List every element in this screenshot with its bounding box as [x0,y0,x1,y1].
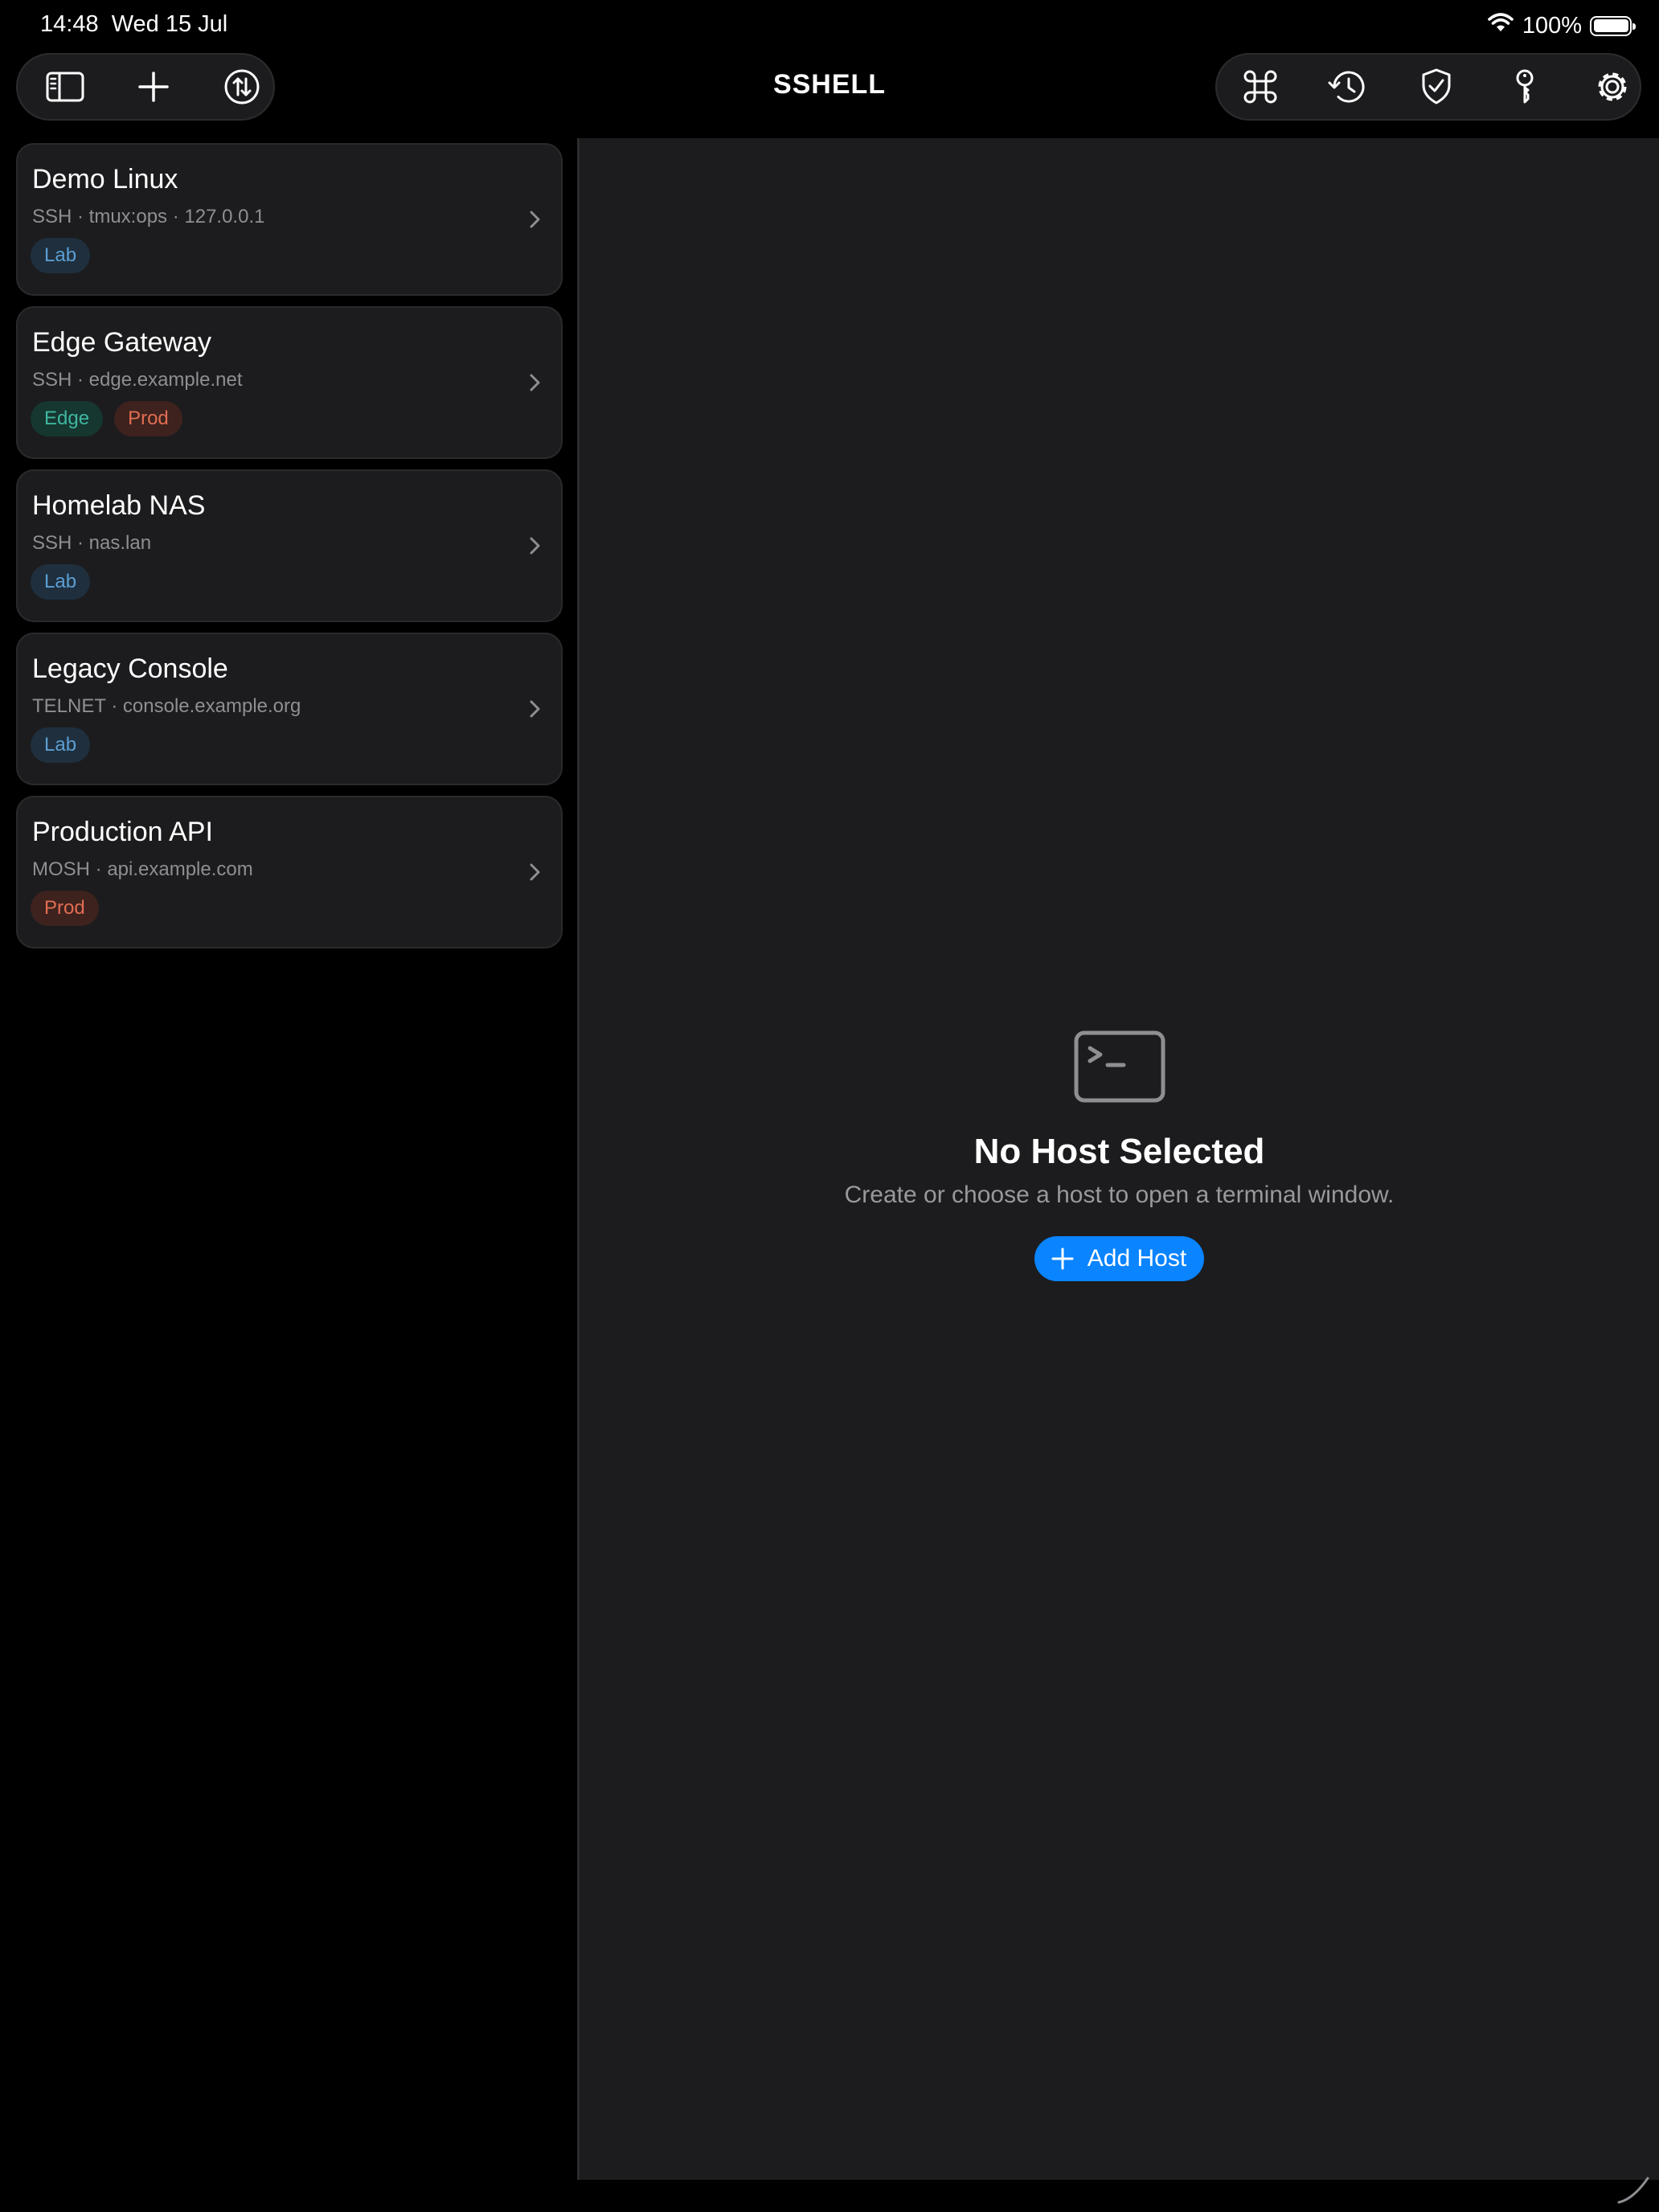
status-indicators: 100% [1487,11,1636,40]
host-details: TELNET · console.example.org [32,695,301,717]
host-name: Edge Gateway [32,327,212,358]
terminal-icon [1074,1030,1165,1103]
toolbar-right-group [1215,53,1641,121]
keys-button[interactable] [1497,59,1552,115]
tag-lab: Lab [31,727,91,763]
empty-state-description: Create or choose a host to open a termin… [844,1182,1395,1208]
tag-lab: Lab [31,238,91,273]
host-row-edge-gateway[interactable]: Edge Gateway SSH · edge.example.net Edge… [16,306,563,459]
host-details: SSH · tmux:ops · 127.0.0.1 [32,206,265,227]
plus-icon [1051,1247,1074,1270]
detail-pane: No Host Selected Create or choose a host… [577,138,1659,2180]
host-details: MOSH · api.example.com [32,858,253,880]
tag-prod: Prod [114,401,182,436]
host-row-production-api[interactable]: Production API MOSH · api.example.com Pr… [16,796,563,948]
gear-icon [1598,72,1627,101]
status-bar: 14:48 Wed 15 Jul 100% [0,0,1659,51]
battery-icon [1590,15,1636,36]
command-button[interactable] [1233,59,1288,115]
chevron-right-icon [530,211,540,228]
host-name: Demo Linux [32,164,178,195]
chevron-right-icon [530,374,540,391]
security-button[interactable] [1409,59,1464,115]
tag-prod: Prod [31,891,99,926]
host-tags: Prod [31,891,99,926]
host-row-homelab-nas[interactable]: Homelab NAS SSH · nas.lan Lab [16,469,563,622]
host-details: SSH · edge.example.net [32,369,243,391]
chevron-right-icon [530,537,540,555]
host-tags: Lab [31,238,91,273]
host-list: Demo Linux SSH · tmux:ops · 127.0.0.1 La… [16,143,563,959]
tag-lab: Lab [31,564,91,600]
empty-state-title: No Host Selected [973,1132,1265,1171]
status-time: 14:48 Wed 15 Jul [40,11,227,38]
key-icon [1516,69,1534,104]
host-details: SSH · nas.lan [32,532,152,554]
resize-handle-icon[interactable] [1612,2167,1653,2207]
host-name: Legacy Console [32,653,228,684]
add-host-label: Add Host [1087,1245,1187,1272]
empty-state: No Host Selected Create or choose a host… [580,1030,1659,1281]
host-tags: Edge Prod [31,401,182,436]
status-date: Wed 15 Jul [111,11,228,37]
chevron-right-icon [530,863,540,881]
settings-button[interactable] [1585,59,1640,115]
host-row-demo-linux[interactable]: Demo Linux SSH · tmux:ops · 127.0.0.1 La… [16,143,563,296]
history-button[interactable] [1321,59,1376,115]
host-row-legacy-console[interactable]: Legacy Console TELNET · console.example.… [16,633,563,785]
host-tags: Lab [31,727,91,763]
host-name: Homelab NAS [32,490,206,521]
battery-percent: 100% [1522,12,1582,39]
add-host-button[interactable]: Add Host [1034,1236,1205,1281]
history-icon [1328,71,1365,103]
wifi-icon [1487,12,1514,39]
chevron-right-icon [530,700,540,718]
host-name: Production API [32,817,213,847]
tag-edge: Edge [31,401,104,436]
host-tags: Lab [31,564,91,600]
shield-check-icon [1422,68,1451,104]
command-icon [1243,70,1277,104]
status-clock: 14:48 [40,11,99,37]
